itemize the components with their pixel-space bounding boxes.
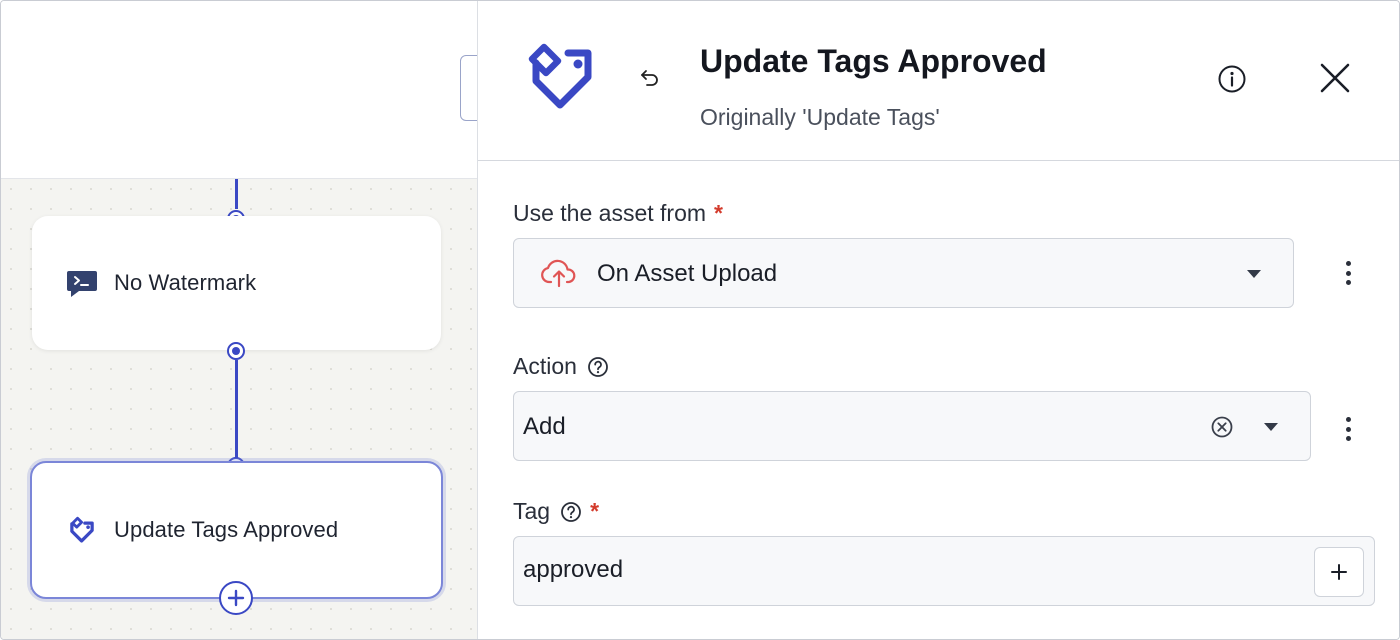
- connector-line: [235, 179, 238, 209]
- required-mark: *: [590, 498, 600, 524]
- action-value: Add: [523, 413, 566, 440]
- workflow-node-no-watermark[interactable]: No Watermark: [32, 216, 441, 350]
- asset-source-label: Use the asset from *: [513, 200, 723, 227]
- panel-header: Update Tags Approved Originally 'Update …: [478, 1, 1399, 161]
- add-step-button[interactable]: [219, 581, 253, 615]
- connector-line: [235, 360, 238, 458]
- panel-title: Update Tags Approved: [700, 43, 1047, 79]
- workflow-node-update-tags[interactable]: Update Tags Approved: [30, 461, 443, 599]
- step-config-panel: Update Tags Approved Originally 'Update …: [477, 1, 1399, 639]
- asset-source-value: On Asset Upload: [597, 260, 778, 287]
- tag-input[interactable]: approved: [513, 536, 1375, 606]
- tag-icon: [524, 39, 598, 113]
- tag-value: approved: [523, 556, 624, 583]
- cloud-upload-icon: [540, 256, 578, 295]
- asset-source-label-text: Use the asset from: [513, 200, 707, 226]
- close-icon[interactable]: [1318, 61, 1352, 95]
- plus-circle-icon: [227, 589, 245, 607]
- chevron-down-icon: [1247, 270, 1261, 278]
- terminal-message-icon: [66, 267, 98, 299]
- help-icon[interactable]: [560, 501, 582, 523]
- asset-source-more-icon[interactable]: [1336, 258, 1360, 288]
- action-more-icon[interactable]: [1336, 414, 1360, 444]
- tag-label-text: Tag: [513, 498, 551, 524]
- info-icon[interactable]: [1216, 63, 1248, 95]
- tag-label: Tag *: [513, 498, 599, 525]
- add-tag-button[interactable]: [1314, 547, 1364, 597]
- action-select[interactable]: Add: [513, 391, 1311, 461]
- clear-icon[interactable]: [1210, 415, 1234, 444]
- node-label: No Watermark: [114, 270, 257, 295]
- undo-icon[interactable]: [638, 65, 662, 89]
- required-mark: *: [714, 200, 723, 226]
- node-output-port[interactable]: [227, 342, 245, 360]
- canvas-toolbar-area: [1, 1, 500, 179]
- node-label: Update Tags Approved: [114, 517, 339, 542]
- asset-source-select[interactable]: On Asset Upload: [513, 238, 1294, 308]
- action-label-text: Action: [513, 353, 577, 379]
- tag-icon: [66, 514, 98, 546]
- help-icon[interactable]: [587, 356, 609, 378]
- app-frame: No Watermark Update Tags Approved Update…: [0, 0, 1400, 640]
- chevron-down-icon: [1264, 423, 1278, 431]
- panel-subtitle: Originally 'Update Tags': [700, 104, 940, 130]
- action-label: Action: [513, 353, 609, 380]
- plus-icon: [1331, 564, 1347, 580]
